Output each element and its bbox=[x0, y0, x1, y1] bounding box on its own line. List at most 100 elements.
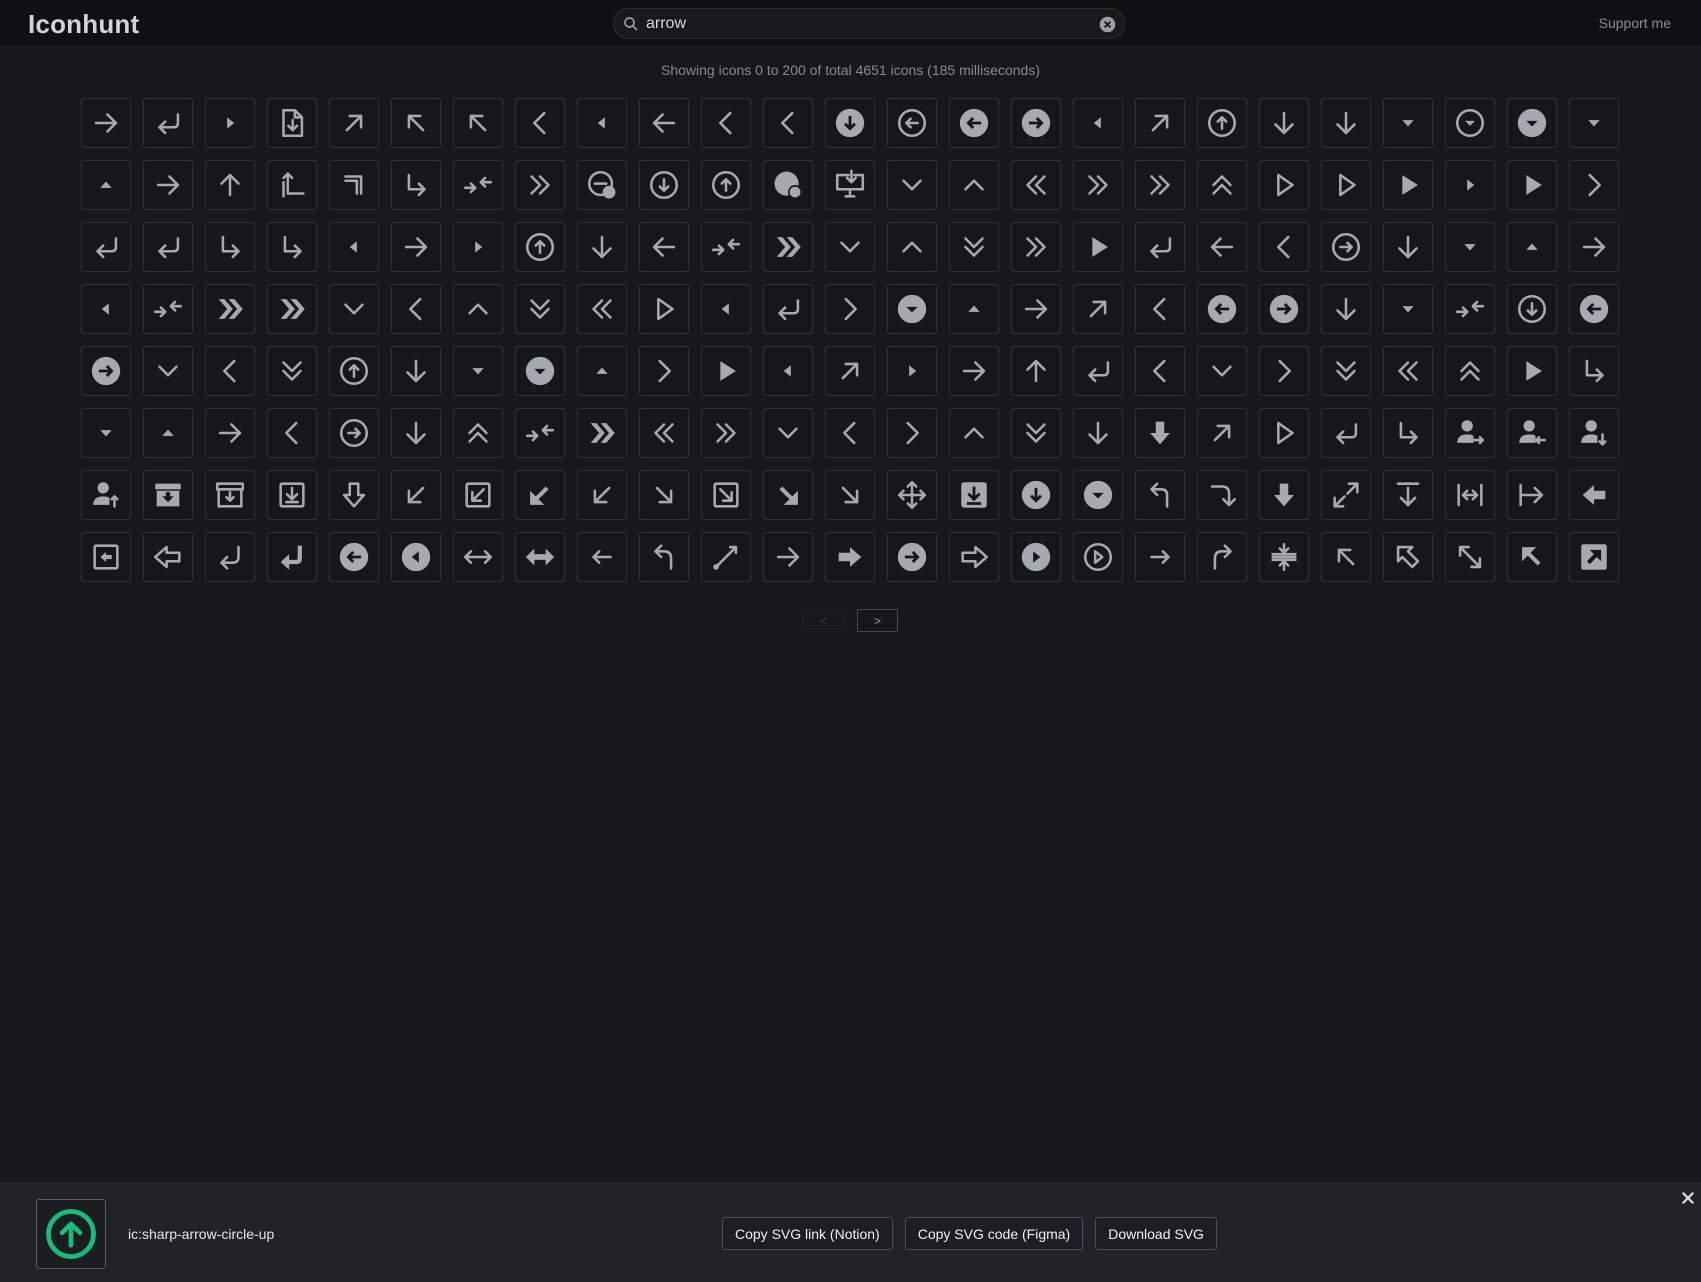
icon-tile[interactable] bbox=[81, 222, 131, 272]
icon-tile[interactable] bbox=[949, 98, 999, 148]
icon-tile[interactable] bbox=[81, 470, 131, 520]
icon-tile[interactable] bbox=[1445, 470, 1495, 520]
icon-tile[interactable] bbox=[267, 284, 317, 334]
icon-tile[interactable] bbox=[1321, 98, 1371, 148]
icon-tile[interactable] bbox=[1011, 346, 1061, 396]
icon-tile[interactable] bbox=[1073, 470, 1123, 520]
icon-tile[interactable] bbox=[143, 98, 193, 148]
icon-tile[interactable] bbox=[453, 470, 503, 520]
icon-tile[interactable] bbox=[887, 284, 937, 334]
icon-tile[interactable] bbox=[763, 532, 813, 582]
icon-tile[interactable] bbox=[1321, 408, 1371, 458]
icon-tile[interactable] bbox=[1197, 284, 1247, 334]
icon-tile[interactable] bbox=[391, 408, 441, 458]
icon-tile[interactable] bbox=[1011, 222, 1061, 272]
icon-tile[interactable] bbox=[639, 346, 689, 396]
icon-tile[interactable] bbox=[1569, 408, 1619, 458]
icon-tile[interactable] bbox=[515, 222, 565, 272]
icon-tile[interactable] bbox=[267, 346, 317, 396]
icon-tile[interactable] bbox=[453, 98, 503, 148]
download-svg-button[interactable]: Download SVG bbox=[1095, 1217, 1217, 1250]
icon-tile[interactable] bbox=[701, 160, 751, 210]
icon-tile[interactable] bbox=[825, 284, 875, 334]
icon-tile[interactable] bbox=[701, 98, 751, 148]
icon-tile[interactable] bbox=[1569, 470, 1619, 520]
icon-tile[interactable] bbox=[205, 222, 255, 272]
icon-tile[interactable] bbox=[763, 470, 813, 520]
icon-tile[interactable] bbox=[267, 160, 317, 210]
icon-tile[interactable] bbox=[81, 98, 131, 148]
icon-tile[interactable] bbox=[453, 346, 503, 396]
icon-tile[interactable] bbox=[887, 408, 937, 458]
icon-tile[interactable] bbox=[639, 470, 689, 520]
icon-tile[interactable] bbox=[515, 284, 565, 334]
icon-tile[interactable] bbox=[1569, 532, 1619, 582]
icon-tile[interactable] bbox=[1197, 346, 1247, 396]
icon-tile[interactable] bbox=[391, 222, 441, 272]
icon-tile[interactable] bbox=[143, 532, 193, 582]
icon-tile[interactable] bbox=[763, 346, 813, 396]
icon-tile[interactable] bbox=[267, 532, 317, 582]
icon-tile[interactable] bbox=[1135, 408, 1185, 458]
icon-tile[interactable] bbox=[1507, 160, 1557, 210]
icon-tile[interactable] bbox=[329, 346, 379, 396]
icon-tile[interactable] bbox=[763, 160, 813, 210]
icon-tile[interactable] bbox=[1073, 346, 1123, 396]
icon-tile[interactable] bbox=[1321, 222, 1371, 272]
icon-tile[interactable] bbox=[701, 408, 751, 458]
icon-tile[interactable] bbox=[1507, 346, 1557, 396]
icon-tile[interactable] bbox=[577, 98, 627, 148]
icon-tile[interactable] bbox=[1383, 470, 1433, 520]
icon-tile[interactable] bbox=[81, 284, 131, 334]
icon-tile[interactable] bbox=[949, 284, 999, 334]
icon-tile[interactable] bbox=[1259, 408, 1309, 458]
icon-tile[interactable] bbox=[949, 408, 999, 458]
icon-tile[interactable] bbox=[1073, 222, 1123, 272]
icon-tile[interactable] bbox=[887, 346, 937, 396]
icon-tile[interactable] bbox=[639, 222, 689, 272]
icon-tile[interactable] bbox=[391, 346, 441, 396]
icon-tile[interactable] bbox=[1259, 346, 1309, 396]
icon-tile[interactable] bbox=[1259, 222, 1309, 272]
icon-tile[interactable] bbox=[1383, 532, 1433, 582]
icon-tile[interactable] bbox=[391, 470, 441, 520]
icon-tile[interactable] bbox=[1259, 98, 1309, 148]
icon-tile[interactable] bbox=[1383, 346, 1433, 396]
icon-tile[interactable] bbox=[1569, 346, 1619, 396]
icon-tile[interactable] bbox=[143, 346, 193, 396]
icon-tile[interactable] bbox=[763, 408, 813, 458]
icon-tile[interactable] bbox=[81, 408, 131, 458]
icon-tile[interactable] bbox=[1135, 470, 1185, 520]
icon-tile[interactable] bbox=[1259, 160, 1309, 210]
icon-tile[interactable] bbox=[1569, 284, 1619, 334]
icon-tile[interactable] bbox=[825, 532, 875, 582]
icon-tile[interactable] bbox=[1445, 408, 1495, 458]
icon-tile[interactable] bbox=[329, 160, 379, 210]
icon-tile[interactable] bbox=[1507, 222, 1557, 272]
icon-tile[interactable] bbox=[1507, 470, 1557, 520]
icon-tile[interactable] bbox=[1011, 408, 1061, 458]
icon-tile[interactable] bbox=[143, 284, 193, 334]
icon-tile[interactable] bbox=[1445, 532, 1495, 582]
icon-tile[interactable] bbox=[205, 284, 255, 334]
icon-tile[interactable] bbox=[1011, 160, 1061, 210]
icon-tile[interactable] bbox=[577, 346, 627, 396]
icon-tile[interactable] bbox=[1073, 98, 1123, 148]
icon-tile[interactable] bbox=[1135, 284, 1185, 334]
icon-tile[interactable] bbox=[949, 160, 999, 210]
icon-tile[interactable] bbox=[205, 532, 255, 582]
icon-tile[interactable] bbox=[1011, 284, 1061, 334]
icon-tile[interactable] bbox=[143, 160, 193, 210]
icon-tile[interactable] bbox=[639, 532, 689, 582]
icon-tile[interactable] bbox=[763, 222, 813, 272]
icon-tile[interactable] bbox=[639, 284, 689, 334]
icon-tile[interactable] bbox=[1011, 470, 1061, 520]
icon-tile[interactable] bbox=[453, 532, 503, 582]
icon-tile[interactable] bbox=[143, 470, 193, 520]
icon-tile[interactable] bbox=[701, 284, 751, 334]
icon-tile[interactable] bbox=[453, 222, 503, 272]
icon-tile[interactable] bbox=[1073, 408, 1123, 458]
icon-tile[interactable] bbox=[391, 98, 441, 148]
icon-tile[interactable] bbox=[825, 160, 875, 210]
icon-tile[interactable] bbox=[639, 408, 689, 458]
